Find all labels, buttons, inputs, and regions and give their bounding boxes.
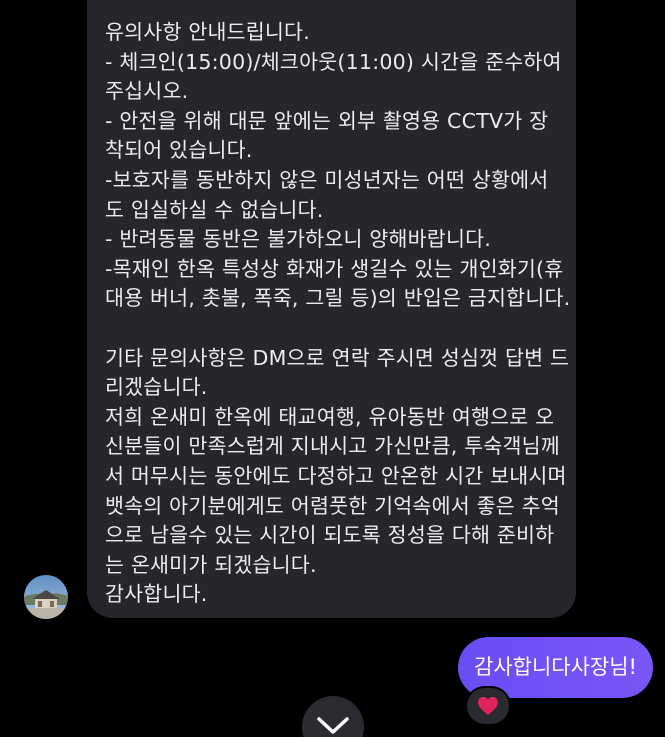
- received-message-text: 유의사항 안내드립니다. - 체크인(15:00)/체크아웃(11:00) 시간을…: [105, 18, 571, 610]
- scroll-to-bottom-button[interactable]: [302, 696, 364, 737]
- message-line: 유의사항 안내드립니다.: [105, 20, 310, 44]
- message-line: - 반려동물 동반은 불가하오니 양해바랍니다.: [105, 227, 491, 252]
- heart-icon: [478, 696, 498, 716]
- message-line: 도 입실하실 수 없습니다.: [105, 197, 324, 222]
- message-line: [105, 314, 558, 344]
- message-line: 기타 문의사항은 DM으로 연락 주시면 성심껏 답변 드: [105, 345, 570, 370]
- message-line: -목재인 한옥 특성상 화재가 생길수 있는 개인화기(휴: [105, 256, 564, 281]
- message-line: 주십시오.: [105, 79, 189, 104]
- chat-screen: 유의사항 안내드립니다. - 체크인(15:00)/체크아웃(11:00) 시간을…: [0, 0, 665, 737]
- message-line: - 안전을 위해 대문 앞에는 외부 촬영용 CCTV가 장: [105, 108, 549, 133]
- message-line: 착되어 있습니다.: [105, 138, 253, 163]
- message-line: 는 온새미가 되겠습니다.: [105, 552, 317, 577]
- message-line: 감사합니다.: [105, 582, 208, 607]
- received-message-bubble[interactable]: 유의사항 안내드립니다. - 체크인(15:00)/체크아웃(11:00) 시간을…: [87, 0, 576, 618]
- message-line: - 체크인(15:00)/체크아웃(11:00) 시간을 준수하여: [105, 49, 562, 74]
- message-line: 신분들이 만족스럽게 지내시고 가신만큼, 투숙객님께: [105, 434, 560, 459]
- sender-avatar[interactable]: [24, 575, 68, 619]
- message-line: 뱃속의 아기분에게도 어렴풋한 기억속에서 좋은 추억: [105, 493, 560, 518]
- chevron-down-icon: [317, 717, 349, 734]
- message-line: 대용 버너, 촛불, 폭죽, 그릴 등)의 반입은 금지합니다.: [105, 286, 571, 311]
- message-line: 저희 온새미 한옥에 태교여행, 유아동반 여행으로 오: [105, 404, 555, 429]
- message-line: 서 머무시는 동안에도 다정하고 안온한 시간 보내시며: [105, 463, 567, 488]
- message-line: 으로 남을수 있는 시간이 되도록 정성을 다해 준비하: [105, 523, 555, 548]
- message-line: -보호자를 동반하지 않은 미성년자는 어떤 상황에서: [105, 167, 549, 192]
- reaction-badge[interactable]: [465, 686, 511, 726]
- message-line: 리겠습니다.: [105, 375, 208, 400]
